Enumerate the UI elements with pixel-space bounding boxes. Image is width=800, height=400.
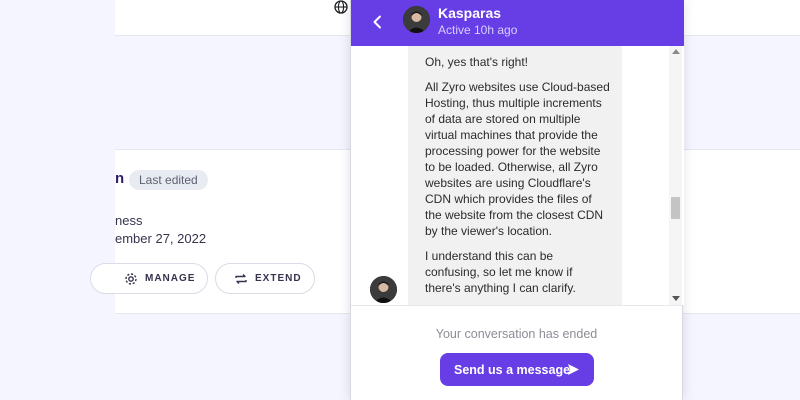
website-card-date: ember 27, 2022 [115,231,207,246]
agent-message-bubble: Oh, yes that's right! All Zyro websites … [408,46,622,305]
scroll-thumb[interactable] [671,197,680,219]
scroll-down-icon[interactable] [672,296,680,301]
agent-name: Kasparas [438,5,502,21]
chat-header: Kasparas Active 10h ago [351,0,684,46]
send-message-button[interactable]: Send us a message [440,353,594,386]
website-card-title: n [115,170,125,187]
last-edited-badge: Last edited [129,170,208,190]
chat-widget: Kasparas Active 10h ago Oh, yes that's r… [350,0,684,400]
manage-button-label: MANAGE [145,273,196,284]
conversation-ended-text: Your conversation has ended [435,327,598,341]
message-text: I understand this can be confusing, so l… [425,249,576,295]
message-text: All Zyro websites use Cloud-based Hostin… [425,80,610,238]
agent-avatar [403,6,430,33]
extend-button-label: EXTEND [255,273,302,284]
manage-button[interactable]: MANAGE [90,263,208,294]
extend-button[interactable]: EXTEND [215,263,315,294]
message-scrollbar[interactable] [669,46,682,305]
website-card-plan: ness [115,213,143,228]
gear-icon [124,272,138,286]
message-avatar [370,276,397,303]
globe-icon[interactable] [333,0,349,14]
scroll-up-icon[interactable] [672,49,680,54]
message-list[interactable]: Oh, yes that's right! All Zyro websites … [351,46,684,305]
renew-icon [234,272,248,286]
agent-status: Active 10h ago [438,23,518,37]
divider [351,305,682,306]
message-text: Oh, yes that's right! [425,55,529,69]
send-icon [567,363,580,376]
send-message-button-label: Send us a message [454,362,571,377]
back-arrow-icon[interactable] [369,12,385,32]
